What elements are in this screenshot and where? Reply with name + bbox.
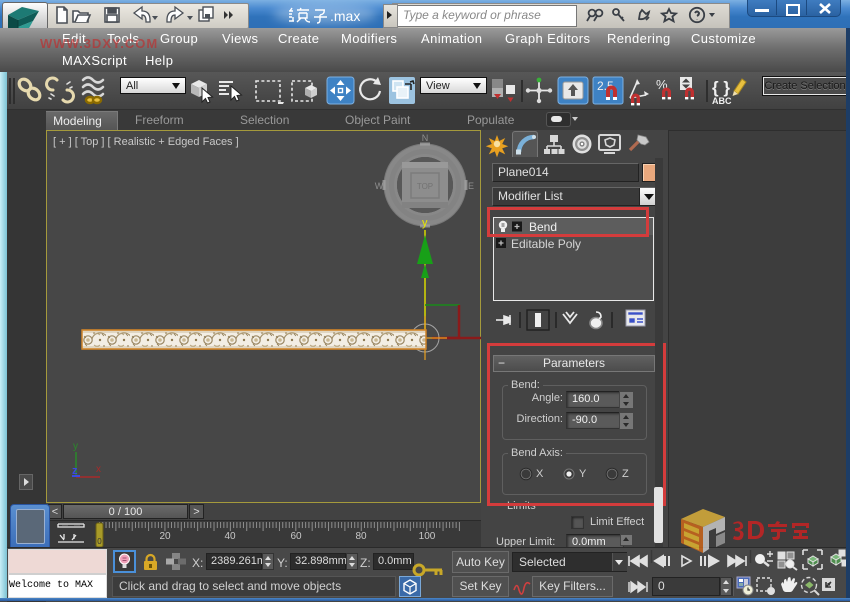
svg-text:N: N — [422, 133, 429, 143]
svg-text:E: E — [468, 181, 474, 191]
svg-text:60: 60 — [290, 531, 302, 542]
svg-text:80: 80 — [355, 531, 367, 542]
svg-text:20: 20 — [159, 531, 171, 542]
svg-text:40: 40 — [224, 531, 236, 542]
svg-text:.max: .max — [330, 8, 360, 24]
svg-text:x: x — [96, 464, 101, 475]
svg-text:0: 0 — [97, 537, 102, 546]
svg-text:y: y — [422, 217, 428, 229]
svg-text:TOP: TOP — [417, 182, 433, 191]
svg-text:y: y — [73, 441, 78, 452]
svg-text:{ }: { } — [712, 78, 730, 97]
svg-text:W: W — [375, 181, 384, 191]
svg-text:ABC: ABC — [712, 96, 732, 106]
svg-text:100: 100 — [419, 531, 436, 542]
